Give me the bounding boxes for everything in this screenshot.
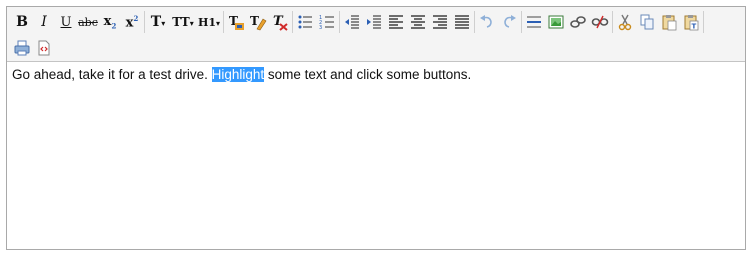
indent-button[interactable] <box>363 11 385 33</box>
underline-icon: U <box>60 14 72 30</box>
insert-link-icon <box>570 16 586 28</box>
insert-image-icon <box>548 15 564 29</box>
toolbar-separator <box>339 11 340 33</box>
dropdown-arrow-icon: ▾ <box>161 18 166 28</box>
paste-text-button[interactable]: T <box>680 11 702 33</box>
italic-button[interactable]: I <box>33 11 55 33</box>
print-button[interactable] <box>11 37 33 59</box>
toolbar-separator <box>292 11 293 33</box>
font-size-button[interactable]: TT▾ <box>170 11 196 33</box>
rich-text-editor: B I U abc x2 x2 T▾ TT▾ H1▾ T T T 1 2 3 T… <box>6 6 746 250</box>
heading-letters: H1 <box>197 15 217 29</box>
paste-button[interactable] <box>658 11 680 33</box>
strikethrough-button[interactable]: abc <box>77 11 99 33</box>
subscript-icon: x2 <box>104 14 117 31</box>
view-source-button[interactable] <box>33 37 55 59</box>
font-family-icon: T▾ <box>151 14 165 30</box>
superscript-digit-icon: 2 <box>133 13 139 23</box>
superscript-button[interactable]: x2 <box>121 11 143 33</box>
insert-image-button[interactable] <box>545 11 567 33</box>
editor-toolbar: B I U abc x2 x2 T▾ TT▾ H1▾ T T T 1 2 3 T <box>7 7 745 62</box>
svg-text:3: 3 <box>319 25 322 31</box>
numbered-list-button[interactable]: 123 <box>316 11 338 33</box>
align-right-icon <box>433 15 447 29</box>
redo-icon <box>504 15 516 28</box>
underline-button[interactable]: U <box>55 11 77 33</box>
paste-icon <box>662 15 677 31</box>
remove-link-button[interactable] <box>589 11 611 33</box>
cut-icon <box>618 14 632 31</box>
undo-button[interactable] <box>476 11 498 33</box>
bulleted-list-button[interactable] <box>294 11 316 33</box>
subscript-button[interactable]: x2 <box>99 11 121 33</box>
align-center-icon <box>411 15 425 29</box>
strikethrough-icon: abc <box>78 15 98 29</box>
toolbar-row-1: B I U abc x2 x2 T▾ TT▾ H1▾ T T T 1 2 3 T <box>11 10 705 34</box>
justify-icon <box>455 15 469 29</box>
font-size-letters: TT <box>172 15 190 29</box>
highlight-color-icon: T <box>250 14 267 31</box>
align-left-icon <box>389 15 403 29</box>
highlight-color-button[interactable]: T <box>247 11 269 33</box>
italic-icon: I <box>41 14 47 30</box>
text-color-icon: T <box>229 14 244 30</box>
svg-text:T: T <box>250 14 259 28</box>
heading-button[interactable]: H1▾ <box>196 11 222 33</box>
insert-link-button[interactable] <box>567 11 589 33</box>
cut-button[interactable] <box>614 11 636 33</box>
toolbar-separator <box>144 11 145 33</box>
horizontal-rule-button[interactable] <box>523 11 545 33</box>
align-center-button[interactable] <box>407 11 429 33</box>
redo-button[interactable] <box>498 11 520 33</box>
toolbar-separator <box>521 11 522 33</box>
font-size-icon: TT▾ <box>172 15 193 29</box>
subscript-digit-icon: 2 <box>111 21 117 31</box>
font-family-button[interactable]: T▾ <box>146 11 170 33</box>
html-source-icon <box>38 40 50 56</box>
align-left-button[interactable] <box>385 11 407 33</box>
toolbar-separator <box>612 11 613 33</box>
toolbar-separator <box>223 11 224 33</box>
paste-text-icon: T <box>684 15 699 31</box>
toolbar-separator <box>703 11 704 33</box>
dropdown-arrow-icon: ▾ <box>216 17 221 28</box>
editor-text: Go ahead, take it for a test drive. <box>12 67 212 82</box>
bold-button[interactable]: B <box>11 11 33 33</box>
toolbar-separator <box>474 11 475 33</box>
remove-format-icon: T <box>273 14 288 31</box>
text-color-button[interactable]: T <box>225 11 247 33</box>
editor-content-area[interactable]: Go ahead, take it for a test drive. High… <box>7 62 745 249</box>
align-right-button[interactable] <box>429 11 451 33</box>
printer-icon <box>14 40 30 56</box>
indent-icon <box>367 15 381 29</box>
svg-text:T: T <box>692 23 697 31</box>
undo-icon <box>480 15 492 28</box>
numbered-list-icon: 123 <box>319 15 334 31</box>
font-family-letter: T <box>150 14 162 30</box>
bulleted-list-icon <box>298 15 312 29</box>
selected-text: Highlight <box>211 67 265 82</box>
copy-icon <box>640 14 654 30</box>
heading-icon: H1▾ <box>198 16 220 29</box>
bold-icon: B <box>16 14 28 30</box>
remove-link-icon <box>591 15 609 29</box>
remove-format-button[interactable]: T <box>269 11 291 33</box>
toolbar-row-2 <box>11 36 55 60</box>
editor-text-continued: some text and click some buttons. <box>264 67 472 82</box>
copy-button[interactable] <box>636 11 658 33</box>
outdent-icon <box>345 15 359 29</box>
outdent-button[interactable] <box>341 11 363 33</box>
justify-button[interactable] <box>451 11 473 33</box>
horizontal-rule-icon <box>527 16 541 28</box>
dropdown-arrow-icon: ▾ <box>189 18 194 28</box>
superscript-icon: x2 <box>126 14 139 30</box>
